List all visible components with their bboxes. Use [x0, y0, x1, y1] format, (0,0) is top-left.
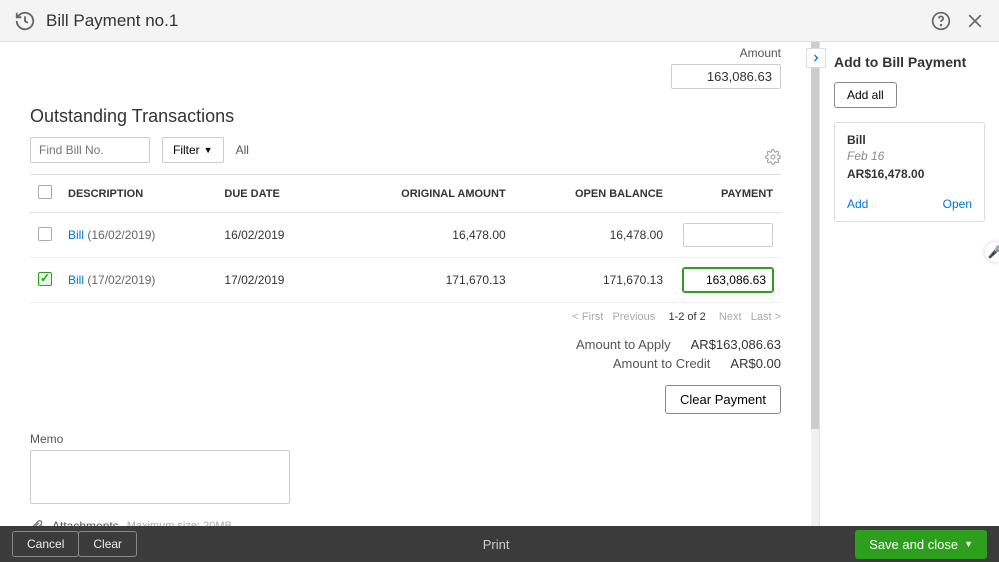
- row-checkbox[interactable]: [38, 272, 52, 286]
- amount-label: Amount: [671, 46, 781, 60]
- col-duedate: DUE DATE: [216, 175, 331, 213]
- bill-card-date: Feb 16: [847, 149, 972, 163]
- open-balance: 16,478.00: [514, 213, 671, 258]
- col-openbalance: OPEN BALANCE: [514, 175, 671, 213]
- page-title: Bill Payment no.1: [46, 11, 178, 31]
- summary-block: Amount to Apply AR$163,086.63 Amount to C…: [30, 337, 781, 414]
- outstanding-title: Outstanding Transactions: [30, 106, 781, 127]
- filter-label: Filter: [173, 143, 200, 157]
- bill-card-open-link[interactable]: Open: [943, 197, 972, 211]
- attachments-row: Attachments Maximum size: 20MB: [30, 519, 781, 526]
- amount-to-apply-label: Amount to Apply: [576, 337, 671, 352]
- open-balance: 171,670.13: [514, 258, 671, 303]
- bill-card-title: Bill: [847, 133, 972, 147]
- transactions-table: DESCRIPTION DUE DATE ORIGINAL AMOUNT OPE…: [30, 174, 781, 303]
- save-and-close-button[interactable]: Save and close ▼: [855, 530, 987, 559]
- bill-card-add-link[interactable]: Add: [847, 197, 868, 211]
- bill-card: Bill Feb 16 AR$16,478.00 Add Open: [834, 122, 985, 222]
- memo-block: Memo: [30, 432, 781, 507]
- table-row[interactable]: Bill (16/02/2019) 16/02/2019 16,478.00 1…: [30, 213, 781, 258]
- payment-input[interactable]: [683, 268, 773, 292]
- table-settings-icon[interactable]: [765, 149, 781, 165]
- print-link[interactable]: Print: [483, 537, 510, 552]
- memo-label: Memo: [30, 432, 781, 446]
- cancel-button[interactable]: Cancel: [12, 531, 79, 557]
- bill-card-amount: AR$16,478.00: [847, 167, 972, 181]
- app-header: Bill Payment no.1: [0, 0, 999, 42]
- amount-to-credit-label: Amount to Credit: [613, 356, 711, 371]
- paperclip-icon[interactable]: [30, 519, 44, 526]
- caret-down-icon: ▼: [204, 145, 213, 155]
- col-payment: PAYMENT: [671, 175, 781, 213]
- amount-to-credit-value: AR$0.00: [730, 356, 781, 371]
- sidebar-collapse-button[interactable]: [806, 48, 826, 68]
- amount-block: Amount 163,086.63: [671, 46, 781, 89]
- clear-button[interactable]: Clear: [78, 531, 137, 557]
- history-icon[interactable]: [14, 10, 36, 32]
- col-original: ORIGINAL AMOUNT: [331, 175, 513, 213]
- page-next[interactable]: Next: [719, 311, 742, 323]
- filter-button[interactable]: Filter ▼: [162, 137, 224, 163]
- payment-input[interactable]: [683, 223, 773, 247]
- row-checkbox[interactable]: [38, 227, 52, 241]
- footer-bar: Cancel Clear Print Save and close ▼: [0, 526, 999, 562]
- help-icon[interactable]: [931, 11, 951, 31]
- bill-link[interactable]: Bill: [68, 273, 84, 287]
- pagination: < First Previous 1-2 of 2 Next Last >: [30, 311, 781, 323]
- page-last[interactable]: Last >: [751, 311, 781, 323]
- bill-date: (16/02/2019): [87, 228, 155, 242]
- original-amount: 171,670.13: [331, 258, 513, 303]
- voice-icon[interactable]: 🎤: [985, 242, 999, 262]
- bill-date: (17/02/2019): [87, 273, 155, 287]
- original-amount: 16,478.00: [331, 213, 513, 258]
- sidebar-title: Add to Bill Payment: [834, 54, 985, 70]
- amount-to-apply-value: AR$163,086.63: [691, 337, 781, 352]
- all-link[interactable]: All: [236, 143, 249, 157]
- clear-payment-button[interactable]: Clear Payment: [665, 385, 781, 414]
- amount-value[interactable]: 163,086.63: [671, 64, 781, 89]
- page-first[interactable]: < First: [572, 311, 603, 323]
- close-icon[interactable]: [965, 11, 985, 31]
- col-description: DESCRIPTION: [60, 175, 216, 213]
- table-row[interactable]: Bill (17/02/2019) 17/02/2019 171,670.13 …: [30, 258, 781, 303]
- add-all-button[interactable]: Add all: [834, 82, 897, 108]
- search-input[interactable]: [30, 137, 150, 163]
- page-range: 1-2 of 2: [668, 311, 705, 323]
- caret-down-icon: ▼: [964, 539, 973, 549]
- attachments-maxsize: Maximum size: 20MB: [127, 520, 232, 526]
- bill-link[interactable]: Bill: [68, 228, 84, 242]
- select-all-checkbox[interactable]: [38, 185, 52, 199]
- save-label: Save and close: [869, 537, 958, 552]
- main-scrollbar[interactable]: [811, 42, 819, 526]
- memo-textarea[interactable]: [30, 450, 290, 504]
- main-panel: Amount 163,086.63 Outstanding Transactio…: [0, 42, 811, 526]
- due-date: 17/02/2019: [216, 258, 331, 303]
- sidebar: Add to Bill Payment Add all Bill Feb 16 …: [819, 42, 999, 526]
- page-prev[interactable]: Previous: [612, 311, 655, 323]
- attachments-label[interactable]: Attachments: [52, 519, 119, 526]
- due-date: 16/02/2019: [216, 213, 331, 258]
